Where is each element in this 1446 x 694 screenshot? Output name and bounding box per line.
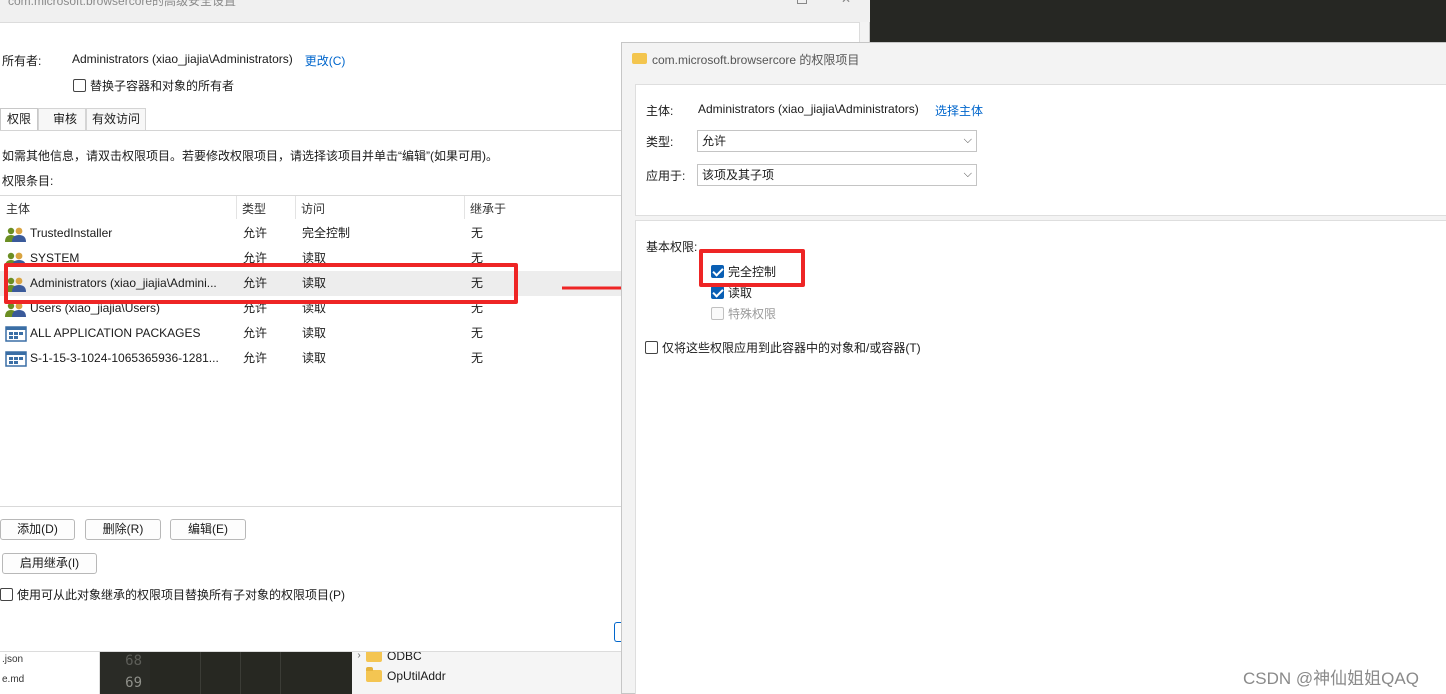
highlight-box-row: [4, 263, 518, 304]
app-packages-icon: [5, 326, 27, 342]
applies-select-value: 该项及其子项: [702, 168, 775, 182]
basic-permissions-label: 基本权限:: [646, 240, 698, 254]
replace-child-option[interactable]: 使用可从此对象继承的权限项目替换所有子对象的权限项目(P): [0, 586, 345, 603]
row-access: 读取: [302, 326, 327, 340]
row-access: 完全控制: [302, 226, 351, 240]
watermark: CSDN @神仙姐姐QAQ: [1243, 669, 1419, 688]
enable-inheritance-button[interactable]: 启用继承(I): [2, 553, 97, 574]
line-number: 69: [125, 675, 142, 691]
window-title: com.microsoft.browsercore的高级安全设置: [8, 0, 237, 8]
file-item[interactable]: .json: [0, 650, 99, 670]
remove-button[interactable]: 删除(R): [85, 519, 161, 540]
folder-tree: › ODBC OpUtilAddr: [352, 647, 622, 694]
folder-icon: [632, 53, 647, 64]
app-packages-icon: [5, 351, 27, 367]
permission-entries-table: 主体 类型 访问 继承于 TrustedInstaller 允许 完全控制 无 …: [0, 195, 622, 507]
info-text: 如需其他信息，请双击权限项目。若要修改权限项目，请选择该项目并单击“编辑”(如果…: [2, 149, 498, 163]
line-number: 68: [125, 653, 142, 669]
row-type: 允许: [243, 351, 268, 365]
replace-owner-option[interactable]: 替换子容器和对象的所有者: [73, 77, 234, 94]
highlight-box-full-control: [699, 249, 805, 287]
chevron-down-icon[interactable]: ⌵: [964, 130, 972, 150]
replace-owner-checkbox[interactable]: [73, 79, 86, 92]
column-access[interactable]: 访问: [301, 200, 325, 217]
column-inherited[interactable]: 继承于: [470, 200, 506, 217]
file-list: .json e.md: [0, 650, 100, 694]
owner-row: 所有者: Administrators (xiao_jiajia\Adminis…: [2, 52, 345, 69]
title-bar: com.microsoft.browsercore的高级安全设置 ✕: [0, 0, 870, 22]
owner-value: Administrators (xiao_jiajia\Administrato…: [72, 52, 293, 66]
row-type: 允许: [243, 326, 268, 340]
tree-item[interactable]: OpUtilAddr: [352, 666, 446, 686]
replace-child-checkbox[interactable]: [0, 588, 13, 601]
row-type: 允许: [243, 226, 268, 240]
maximize-button[interactable]: [797, 0, 807, 4]
row-inherited: 无: [471, 226, 484, 240]
principal-label: 主体:: [646, 104, 674, 118]
column-type[interactable]: 类型: [242, 200, 266, 217]
owner-label: 所有者:: [2, 54, 42, 68]
add-button[interactable]: 添加(D): [0, 519, 75, 540]
file-item[interactable]: e.md: [0, 670, 99, 690]
row-principal: ALL APPLICATION PACKAGES: [30, 326, 201, 340]
column-principal[interactable]: 主体: [6, 200, 30, 217]
title-bar: com.microsoft.browsercore 的权限项目: [622, 43, 1446, 73]
apply-only-label: 仅将这些权限应用到此容器中的对象和/或容器(T): [662, 341, 921, 355]
replace-owner-label: 替换子容器和对象的所有者: [90, 79, 235, 93]
row-inherited: 无: [471, 326, 484, 340]
special-permissions-option: 特殊权限: [711, 305, 776, 322]
close-button[interactable]: ✕: [841, 0, 851, 6]
row-access: 读取: [302, 351, 327, 365]
window-title: com.microsoft.browsercore 的权限项目: [652, 53, 860, 67]
select-principal-link[interactable]: 选择主体: [935, 102, 983, 119]
entries-label: 权限条目:: [2, 174, 54, 188]
row-principal: S-1-15-3-1024-1065365936-1281...: [30, 351, 219, 365]
edit-button[interactable]: 编辑(E): [170, 519, 246, 540]
row-principal: TrustedInstaller: [30, 226, 113, 240]
table-row[interactable]: ALL APPLICATION PACKAGES 允许 读取 无: [0, 321, 622, 346]
special-permissions-label: 特殊权限: [728, 307, 777, 321]
editor-tabbar: [870, 0, 1446, 42]
apply-only-checkbox[interactable]: [645, 341, 658, 354]
special-permissions-checkbox: [711, 307, 724, 320]
tab-effective-access[interactable]: 有效访问: [86, 108, 147, 130]
apply-only-option[interactable]: 仅将这些权限应用到此容器中的对象和/或容器(T): [645, 339, 921, 356]
read-checkbox[interactable]: [711, 286, 724, 299]
type-label: 类型:: [646, 135, 674, 149]
applies-label: 应用于:: [646, 169, 686, 183]
principal-panel: 主体: Administrators (xiao_jiajia\Administ…: [635, 84, 1446, 216]
tree-item-label: OpUtilAddr: [387, 669, 446, 683]
code-editor-strip: .json e.md 68 69 › ODBC OpUtilAddr: [0, 647, 622, 694]
folder-icon: [366, 667, 382, 682]
code-area[interactable]: [150, 650, 322, 694]
line-number-gutter: 68 69: [100, 650, 150, 694]
type-select-value: 允许: [702, 134, 727, 148]
row-inherited: 无: [471, 351, 484, 365]
principal-value: Administrators (xiao_jiajia\Administrato…: [698, 102, 919, 116]
chevron-down-icon[interactable]: ⌵: [964, 164, 972, 184]
change-owner-link[interactable]: 更改(C): [305, 52, 346, 69]
users-icon: [5, 227, 26, 242]
table-row[interactable]: S-1-15-3-1024-1065365936-1281... 允许 读取 无: [0, 346, 622, 371]
replace-child-label: 使用可从此对象继承的权限项目替换所有子对象的权限项目(P): [17, 588, 345, 602]
table-row[interactable]: TrustedInstaller 允许 完全控制 无: [0, 221, 622, 246]
applies-select[interactable]: 该项及其子项 ⌵: [697, 164, 977, 186]
tab-strip: 权限 审核 有效访问: [0, 108, 147, 131]
permission-entry-window: com.microsoft.browsercore 的权限项目 主体: Admi…: [621, 42, 1446, 694]
type-select[interactable]: 允许 ⌵: [697, 130, 977, 152]
table-header: 主体 类型 访问 继承于: [0, 196, 622, 219]
permissions-panel: 基本权限: 完全控制 读取 特殊权限 仅将这些权限应用到此容器中的对象和/或容器…: [635, 220, 1446, 694]
tab-auditing[interactable]: 审核: [38, 108, 87, 130]
tab-permissions[interactable]: 权限: [0, 108, 39, 131]
